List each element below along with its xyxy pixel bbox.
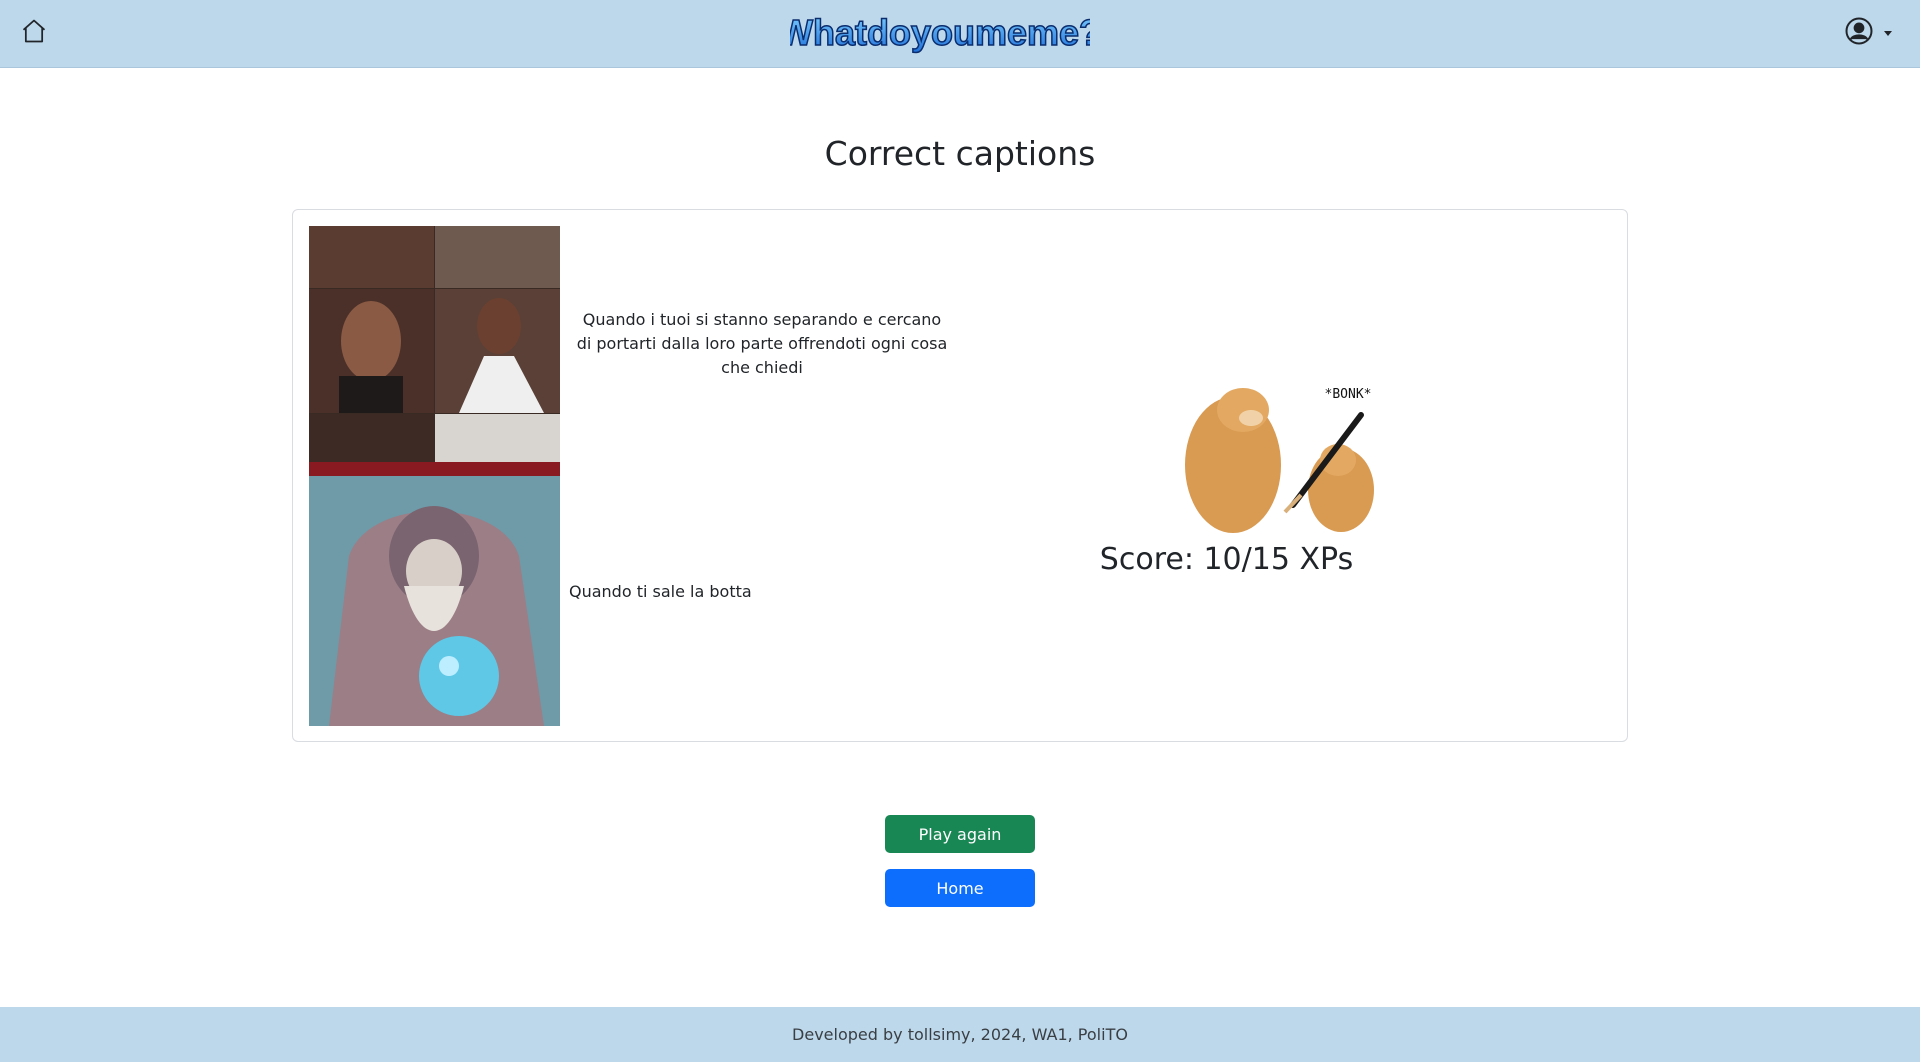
- meme-image-1: [309, 226, 560, 476]
- score-area: *BONK*: [1133, 370, 1433, 550]
- home-icon: [20, 17, 48, 49]
- bonk-meme-image: *BONK*: [1173, 370, 1393, 540]
- page-title: Correct captions: [824, 134, 1096, 173]
- app-logo[interactable]: Whatdoyoumeme?: [778, 8, 1102, 58]
- logo-text: Whatdoyoumeme?: [790, 12, 1090, 53]
- home-button[interactable]: Home: [885, 869, 1035, 907]
- caption-2: Quando ti sale la botta: [569, 582, 752, 601]
- home-nav-button[interactable]: [18, 17, 50, 49]
- score-text: Score: 10/15 XPs: [293, 542, 1629, 577]
- bonk-label: *BONK*: [1325, 387, 1372, 402]
- meme-image-2: [309, 476, 560, 726]
- user-circle-icon: [1844, 16, 1874, 50]
- results-card: Quando i tuoi si stanno separando e cerc…: [292, 209, 1628, 742]
- footer-text: Developed by tollsimy, 2024, WA1, PoliTO: [792, 1025, 1128, 1044]
- play-again-button[interactable]: Play again: [885, 815, 1035, 853]
- navbar: Whatdoyoumeme?: [0, 0, 1920, 68]
- chevron-down-icon: [1884, 30, 1892, 36]
- footer: Developed by tollsimy, 2024, WA1, PoliTO: [0, 1007, 1920, 1062]
- caption-1: Quando i tuoi si stanno separando e cerc…: [576, 310, 948, 377]
- score-value: Score: 10/15 XPs: [1099, 542, 1354, 577]
- user-menu-button[interactable]: [1844, 15, 1900, 51]
